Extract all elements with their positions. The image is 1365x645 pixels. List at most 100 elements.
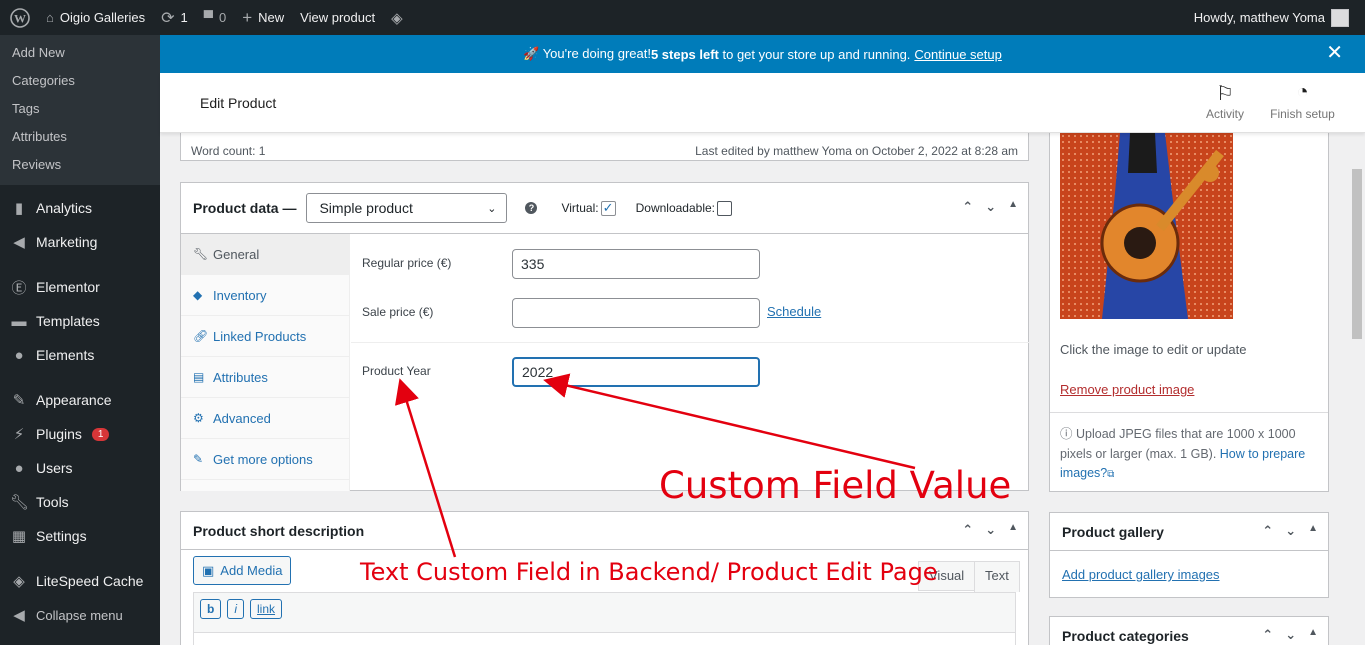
sidebar-item-elementor[interactable]: Ⓔ Elementor bbox=[0, 270, 160, 304]
drop-icon: ● bbox=[14, 346, 24, 364]
move-down-icon[interactable]: ⌄ bbox=[985, 199, 996, 215]
plugins-update-badge: 1 bbox=[91, 427, 110, 441]
sidebar-item-marketing[interactable]: ◀ Marketing bbox=[0, 225, 160, 259]
virtual-checkbox[interactable]: ✓ bbox=[600, 200, 616, 216]
close-icon[interactable]: ✕ bbox=[1326, 43, 1343, 63]
add-gallery-images-link[interactable]: Add product gallery images bbox=[1062, 567, 1220, 582]
tab-advanced[interactable]: ⚙ Advanced bbox=[181, 398, 349, 439]
sidebar-item-label: Settings bbox=[36, 528, 87, 544]
schedule-link[interactable]: Schedule bbox=[767, 304, 821, 319]
account-menu[interactable]: Howdy, matthew Yoma bbox=[1186, 0, 1357, 35]
new-content-link[interactable]: + New bbox=[234, 0, 292, 35]
regular-price-input[interactable] bbox=[512, 249, 760, 279]
tab-label: Get more options bbox=[213, 451, 313, 467]
product-data-header: Product data — Simple product ⌄ ? Virtua… bbox=[181, 183, 1028, 234]
tab-label: Attributes bbox=[213, 369, 268, 385]
updates-link[interactable]: ⟳ 1 bbox=[153, 0, 196, 35]
home-icon: ⌂ bbox=[46, 10, 54, 25]
downloadable-checkbox[interactable] bbox=[717, 200, 732, 216]
product-data-title: Product data — bbox=[193, 200, 297, 216]
submenu-item-categories[interactable]: Categories bbox=[0, 67, 160, 95]
tab-text[interactable]: Text bbox=[974, 561, 1020, 592]
move-up-icon[interactable]: ⌃ bbox=[962, 522, 973, 538]
sidebar-item-elements[interactable]: ● Elements bbox=[0, 338, 160, 372]
annotation-custom-value: Custom Field Value bbox=[659, 464, 1012, 507]
short-description-title: Product short description bbox=[193, 522, 365, 539]
tab-label: Linked Products bbox=[213, 328, 307, 344]
page-scrollbar[interactable] bbox=[1349, 133, 1365, 645]
move-down-icon[interactable]: ⌄ bbox=[1285, 627, 1296, 643]
site-name-link[interactable]: ⌂ Oigio Galleries bbox=[38, 0, 153, 35]
move-up-icon[interactable]: ⌃ bbox=[1262, 627, 1273, 643]
sidebar-item-appearance[interactable]: ✎ Appearance bbox=[0, 383, 160, 417]
user-icon: ● bbox=[14, 459, 24, 477]
toggle-panel-icon[interactable]: ▲ bbox=[1008, 199, 1018, 215]
product-year-input[interactable] bbox=[512, 357, 760, 387]
sidebar-item-label: Appearance bbox=[36, 392, 112, 408]
tab-get-more-options[interactable]: ✎ Get more options bbox=[181, 439, 349, 480]
continue-setup-link[interactable]: Continue setup bbox=[914, 47, 1001, 62]
finish-setup-button[interactable]: ◔ Finish setup bbox=[1265, 81, 1340, 121]
sidebar-item-users[interactable]: ● Users bbox=[0, 451, 160, 485]
move-up-icon[interactable]: ⌃ bbox=[962, 199, 973, 215]
move-down-icon[interactable]: ⌄ bbox=[985, 522, 996, 538]
sidebar-item-label: Elementor bbox=[36, 279, 100, 295]
plug-icon: ⚡ bbox=[13, 426, 25, 443]
tag-icon: ◆ bbox=[193, 288, 203, 302]
svg-text:W: W bbox=[14, 11, 26, 25]
product-image-thumbnail[interactable] bbox=[1060, 133, 1233, 319]
tab-label: Inventory bbox=[213, 287, 267, 303]
categories-header: Product categories ⌃ ⌄ ▲ bbox=[1050, 617, 1328, 645]
product-type-select[interactable]: Simple product ⌄ bbox=[306, 193, 508, 223]
sidebar-item-settings[interactable]: ▦ Settings bbox=[0, 519, 160, 553]
submenu-item-add-new[interactable]: Add New bbox=[0, 39, 160, 67]
diamond-icon: ◈ bbox=[13, 573, 25, 590]
view-product-link[interactable]: View product bbox=[292, 0, 383, 35]
comment-icon: ▀ bbox=[203, 10, 213, 25]
move-down-icon[interactable]: ⌄ bbox=[1285, 523, 1296, 539]
remove-product-image-link[interactable]: Remove product image bbox=[1060, 382, 1194, 397]
gallery-title: Product gallery bbox=[1062, 523, 1164, 540]
submenu-item-tags[interactable]: Tags bbox=[0, 95, 160, 123]
sidebar-item-tools[interactable]: 🔧︎ Tools bbox=[0, 485, 160, 519]
wordpress-logo-icon[interactable]: W bbox=[0, 0, 38, 35]
folder-icon: ▬ bbox=[11, 312, 27, 330]
link-button[interactable]: link bbox=[250, 599, 283, 619]
tab-linked-products[interactable]: 🔗︎ Linked Products bbox=[181, 316, 349, 357]
view-product-label: View product bbox=[300, 10, 376, 25]
sale-price-input[interactable] bbox=[512, 298, 760, 328]
add-media-button[interactable]: ▣ Add Media bbox=[193, 556, 292, 585]
scrollbar-thumb[interactable] bbox=[1352, 169, 1362, 339]
paintbrush-icon: ✎ bbox=[12, 392, 26, 409]
sidebar-item-label: Analytics bbox=[36, 200, 93, 216]
sidebar-item-plugins[interactable]: ⚡ Plugins 1 bbox=[0, 417, 160, 451]
product-type-value: Simple product bbox=[319, 200, 413, 216]
toggle-panel-icon[interactable]: ▲ bbox=[1008, 522, 1018, 538]
comments-link[interactable]: ▀ 0 bbox=[196, 0, 234, 35]
editor-area[interactable] bbox=[194, 632, 1015, 645]
image-edit-hint: Click the image to edit or update bbox=[1060, 342, 1247, 357]
collapse-menu-button[interactable]: ◀ Collapse menu bbox=[0, 598, 160, 632]
tab-inventory[interactable]: ◆ Inventory bbox=[181, 275, 349, 316]
bar-chart-icon: ▮ bbox=[14, 200, 24, 217]
move-up-icon[interactable]: ⌃ bbox=[1262, 523, 1273, 539]
bold-button[interactable]: b bbox=[200, 599, 222, 619]
gear-icon: ⚙ bbox=[193, 411, 204, 425]
tab-general[interactable]: 🔧︎ General bbox=[181, 234, 349, 275]
sidebar-item-templates[interactable]: ▬ Templates bbox=[0, 304, 160, 338]
italic-button[interactable]: i bbox=[227, 599, 245, 619]
updates-count: 1 bbox=[180, 10, 188, 25]
activity-label: Activity bbox=[1205, 107, 1244, 121]
litespeed-icon[interactable]: ◈ bbox=[383, 0, 411, 35]
help-icon[interactable]: ? bbox=[525, 202, 538, 214]
submenu-item-reviews[interactable]: Reviews bbox=[0, 151, 160, 179]
tab-attributes[interactable]: ▤ Attributes bbox=[181, 357, 349, 398]
sidebar-item-label: LiteSpeed Cache bbox=[36, 573, 144, 589]
toggle-panel-icon[interactable]: ▲ bbox=[1308, 627, 1318, 643]
sidebar-item-analytics[interactable]: ▮ Analytics bbox=[0, 191, 160, 225]
submenu-item-attributes[interactable]: Attributes bbox=[0, 123, 160, 151]
sidebar-item-litespeed[interactable]: ◈ LiteSpeed Cache bbox=[0, 564, 160, 598]
collapse-icon: ◀ bbox=[13, 607, 25, 624]
toggle-panel-icon[interactable]: ▲ bbox=[1308, 523, 1318, 539]
activity-button[interactable]: ⚐ Activity bbox=[1190, 81, 1260, 121]
